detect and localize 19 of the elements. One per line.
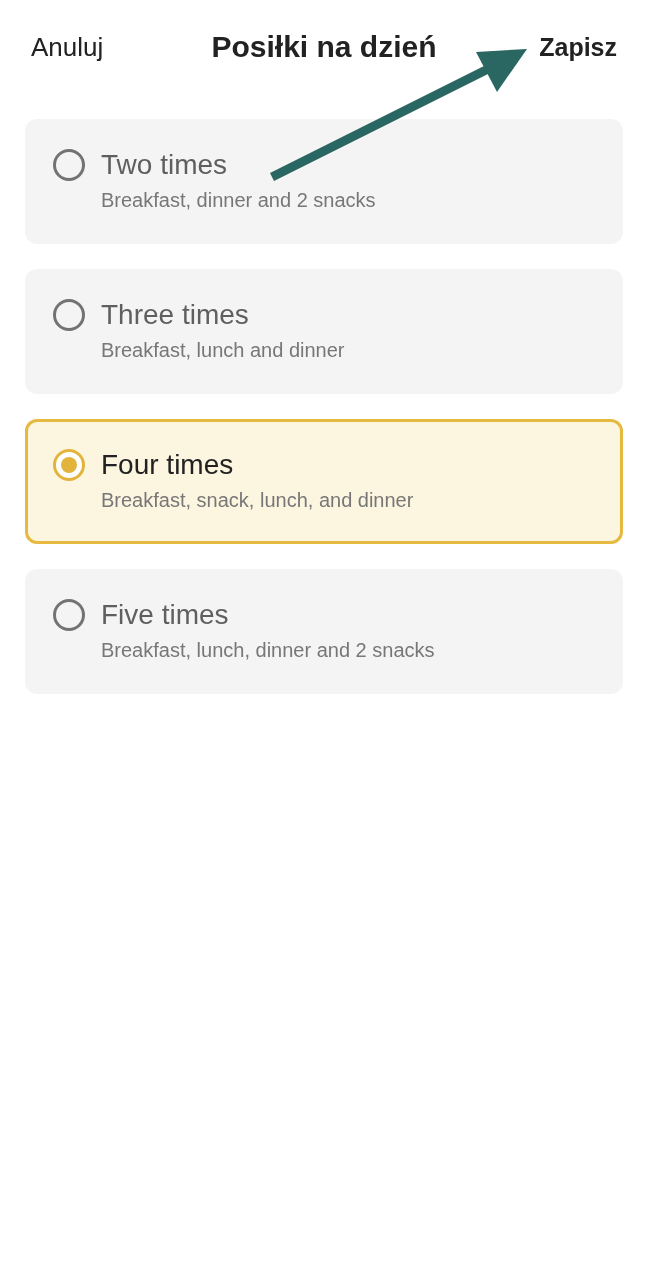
option-title: Five times — [101, 598, 230, 632]
save-button[interactable]: Zapisz — [539, 31, 617, 63]
meal-option[interactable]: Two times Breakfast, dinner and 2 snacks — [25, 119, 623, 244]
radio-icon[interactable] — [53, 149, 85, 181]
screen-title: Posiłki na dzień — [211, 29, 437, 65]
option-description: Breakfast, snack, lunch, and dinner — [101, 488, 414, 513]
radio-icon[interactable] — [53, 299, 85, 331]
cancel-button[interactable]: Anuluj — [31, 31, 104, 63]
meal-option[interactable]: Three times Breakfast, lunch and dinner — [25, 269, 623, 394]
meal-option[interactable]: Five times Breakfast, lunch, dinner and 2 snacks — [25, 569, 623, 694]
radio-icon[interactable] — [53, 599, 85, 631]
option-description: Breakfast, dinner and 2 snacks — [101, 188, 376, 213]
option-title: Three times — [101, 298, 250, 332]
option-title: Two times — [101, 148, 229, 182]
option-description: Breakfast, lunch, dinner and 2 snacks — [101, 638, 435, 663]
option-description: Breakfast, lunch and dinner — [101, 338, 345, 363]
meal-option[interactable]: Four times Breakfast, snack, lunch, and dinner — [25, 419, 623, 544]
radio-selected-icon[interactable] — [53, 449, 85, 481]
option-title: Four times — [101, 448, 235, 482]
